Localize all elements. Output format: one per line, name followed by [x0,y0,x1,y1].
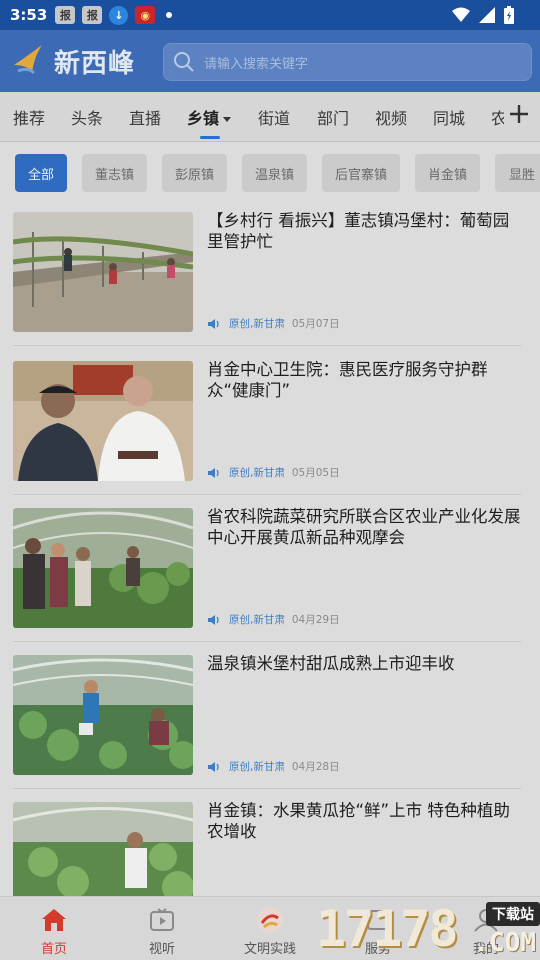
news-meta: 原创,新甘肃 04月28日 [207,759,340,774]
chip-houguanzhai[interactable]: 后官寨镇 [322,154,400,192]
dot-icon [166,12,173,18]
nav-media[interactable]: 视听 [108,897,216,960]
news-thumbnail [13,508,193,628]
news-source: 原创,新甘肃 [229,614,285,626]
watermark-tag: 下载站 [486,902,540,926]
divider [13,788,521,789]
speaker-icon [208,318,219,329]
home-icon [42,909,66,931]
status-time: 3:53 [10,6,48,24]
tab-departments[interactable]: 部门 [317,105,349,129]
signal-icon [479,7,495,23]
town-filter-chips: 全部 董志镇 彭原镇 温泉镇 后官寨镇 肖金镇 显胜 [0,154,540,192]
nav-civilization-label: 文明实践 [243,942,296,957]
site-watermark: 17178 下载站 .COM [316,900,540,960]
tab-local[interactable]: 同城 [433,105,465,129]
news-app-icon: 报 [82,6,103,24]
news-meta: 原创,新甘肃 05月05日 [207,465,340,480]
news-thumbnail [13,655,193,775]
chip-all[interactable]: 全部 [15,154,67,192]
news-item[interactable]: 【乡村行 看振兴】董志镇冯堡村：葡萄园里管护忙 原创,新甘肃 05月07日 [13,211,521,350]
channel-tabs: 推荐 头条 直播 乡镇 街道 部门 视频 同城 农 [0,92,540,142]
speaker-icon [208,614,219,625]
app-logo: 新西峰 [12,43,162,80]
tab-video[interactable]: 视频 [375,105,407,129]
nav-home-label: 首页 [40,942,67,957]
watermark-domain: .COM [473,928,536,958]
news-item[interactable]: 肖金镇：水果黄瓜抢“鲜”上市 特色种植助农增收 [13,802,521,896]
tab-live[interactable]: 直播 [129,105,161,129]
news-item[interactable]: 肖金中心卫生院：惠民医疗服务守护群众“健康门” 原创,新甘肃 05月05日 [13,360,521,499]
tab-towns[interactable]: 乡镇 [187,105,232,129]
civilization-practice-icon [257,907,283,933]
news-item[interactable]: 省农科院蔬菜研究所联合区农业产业化发展中心开展黄瓜新品种观摩会 原创,新甘肃 0… [13,507,521,646]
speaker-icon [208,761,219,772]
news-title: 肖金镇：水果黄瓜抢“鲜”上市 特色种植助农增收 [207,802,510,841]
logo-text: 新西峰 [54,48,136,79]
news-date: 04月28日 [291,761,340,773]
news-source: 原创,新甘肃 [229,318,285,330]
chip-wenquan[interactable]: 温泉镇 [242,154,307,192]
logo-swoosh-icon [14,45,42,75]
news-thumbnail [13,802,193,896]
nav-home[interactable]: 首页 [0,897,108,960]
news-title: 温泉镇米堡村甜瓜成熟上市迎丰收 [207,654,455,673]
nav-civilization[interactable]: 文明实践 [216,897,324,960]
news-meta: 原创,新甘肃 05月07日 [207,316,340,331]
tv-play-icon [150,908,174,931]
battery-icon [504,6,514,24]
nav-media-label: 视听 [148,942,175,957]
news-app-icon: 报 [55,6,76,24]
plus-icon [510,105,528,123]
news-title: 肖金中心卫生院：惠民医疗服务守护群众“健康门” [207,360,488,400]
news-date: 04月29日 [291,614,340,626]
news-thumbnail [13,212,193,332]
news-thumbnail [13,361,193,481]
search-placeholder: 请输入搜索关键字 [204,56,309,72]
news-item[interactable]: 温泉镇米堡村甜瓜成熟上市迎丰收 原创,新甘肃 04月28日 [13,654,521,793]
status-bar: 3:53 报 报 ↓ ◉ [0,0,540,30]
search-icon [174,52,194,72]
red-app-icon: ◉ [135,6,156,24]
chip-xiaojin[interactable]: 肖金镇 [415,154,480,192]
chip-xiansheng[interactable]: 显胜 [495,154,540,192]
search-bar[interactable]: 请输入搜索关键字 [163,43,532,81]
chip-pengyuan[interactable]: 彭原镇 [162,154,227,192]
news-date: 05月05日 [291,467,340,479]
speaker-icon [208,467,219,478]
news-date: 05月07日 [291,318,340,330]
download-icon: ↓ [109,5,129,25]
tab-towns-label: 乡镇 [187,109,220,128]
divider [13,494,521,495]
news-title: 省农科院蔬菜研究所联合区农业产业化发展中心开展黄瓜新品种观摩会 [207,507,521,547]
news-title: 【乡村行 看振兴】董志镇冯堡村：葡萄园里管护忙 [207,211,510,251]
app-header: 新西峰 请输入搜索关键字 [0,30,540,92]
news-source: 原创,新甘肃 [229,467,285,479]
tab-headlines[interactable]: 头条 [71,105,103,129]
caret-down-icon [223,117,232,122]
add-channel-button[interactable] [504,99,534,129]
wifi-icon [452,7,470,22]
tab-recommend[interactable]: 推荐 [13,105,45,129]
watermark-number: 17178 [316,900,459,958]
news-source: 原创,新甘肃 [229,761,285,773]
divider [13,345,521,346]
active-tab-indicator [200,136,220,139]
news-meta: 原创,新甘肃 04月29日 [207,612,340,627]
chip-dongzhi[interactable]: 董志镇 [82,154,147,192]
tab-streets[interactable]: 街道 [258,105,290,129]
divider [13,641,521,642]
